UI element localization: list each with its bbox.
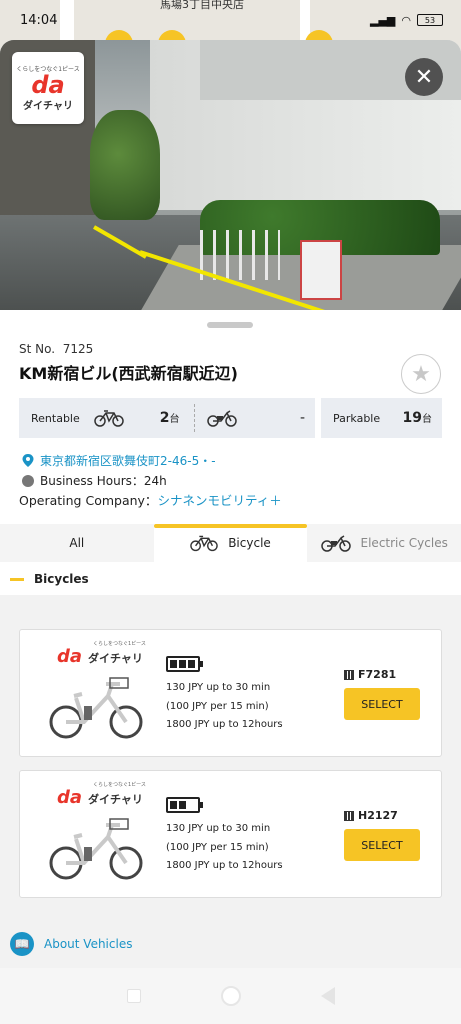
bicycle-image — [49, 677, 143, 739]
bicycle-count: 2 — [159, 410, 170, 426]
operating-company-row: Operating Company： シナネンモビリティ＋ — [19, 490, 282, 509]
electric-cycle-icon — [320, 535, 351, 552]
tab-electric-cycles[interactable]: Electric Cycles — [307, 524, 461, 562]
home-button[interactable] — [220, 986, 241, 1006]
close-button[interactable]: ✕ — [405, 58, 443, 96]
availability-counts: Rentable 2台 - Parkable 19台 — [19, 398, 442, 438]
star-icon: ★ — [411, 361, 431, 387]
back-button[interactable] — [320, 987, 335, 1005]
vehicle-tabs: All Bicycle Electric Cycles — [0, 524, 461, 562]
logo-text: ダイチャリ — [23, 101, 73, 112]
rentable-label: Rentable — [31, 411, 80, 425]
bicycle-image — [49, 818, 143, 880]
station-sheet: くらしをつなぐ1ピース da ダイチャリ ✕ St No. 7125 KM新宿ビ… — [0, 40, 461, 1024]
price-line: 130 JPY up to 30 min — [166, 823, 271, 834]
address-row[interactable]: 東京都新宿区歌舞伎町2-46-5・- — [22, 452, 216, 469]
bike-list: くらしをつなぐ1ピース da ダイチャリ 130 JPY up to 30 mi… — [0, 595, 461, 970]
bike-card: くらしをつなぐ1ピース da ダイチャリ 130 JPY up to 30 mi… — [19, 770, 442, 898]
close-icon: ✕ — [414, 64, 434, 90]
bicycle-icon — [190, 535, 218, 552]
price-line: 1800 JPY up to 12hours — [166, 860, 283, 871]
about-vehicles-link[interactable]: 📖 About Vehicles — [10, 932, 132, 956]
location-pin-icon — [22, 453, 34, 467]
brand-logo: くらしをつなぐ1ピース da ダイチャリ — [12, 52, 84, 124]
station-photo: くらしをつなぐ1ピース da ダイチャリ ✕ — [0, 40, 461, 310]
signal-icon: ▂▄▆ — [370, 13, 396, 27]
status-bar: 14:04 ▂▄▆ ◠ 53 — [0, 0, 461, 40]
logo-mark: da — [31, 71, 65, 99]
bike-id: H2127 — [344, 809, 398, 822]
wifi-icon: ◠ — [401, 13, 411, 27]
bike-id: F7281 — [344, 668, 396, 681]
drag-handle[interactable] — [207, 322, 253, 328]
favorite-button[interactable]: ★ — [401, 354, 441, 394]
parkable-box: Parkable 19台 — [321, 398, 442, 438]
electric-cycle-icon — [206, 410, 237, 427]
operating-company-link[interactable]: シナネンモビリティ＋ — [157, 490, 281, 509]
battery-level-icon — [166, 656, 203, 672]
station-number: St No. 7125 — [19, 342, 94, 356]
select-button[interactable]: SELECT — [344, 688, 420, 720]
battery-icon: 53 — [417, 14, 443, 26]
parkable-count: 19 — [402, 410, 422, 426]
battery-level-icon — [166, 797, 203, 813]
station-name: KM新宿ビル(西武新宿駅近辺) — [19, 364, 238, 383]
book-icon: 📖 — [10, 932, 34, 956]
qr-code-icon — [344, 669, 354, 680]
card-brand-logo: くらしをつなぐ1ピース da ダイチャリ — [57, 782, 146, 808]
recent-apps-button[interactable] — [126, 989, 141, 1003]
electric-count: - — [299, 410, 305, 426]
rentable-box: Rentable 2台 - — [19, 398, 315, 438]
parkable-label: Parkable — [333, 411, 381, 425]
status-time: 14:04 — [20, 12, 58, 28]
section-title: Bicycles — [10, 572, 89, 586]
price-line: 130 JPY up to 30 min — [166, 682, 271, 693]
business-hours-row: Business Hours：24h — [22, 472, 167, 489]
tab-bicycle[interactable]: Bicycle — [153, 524, 308, 562]
clock-icon — [22, 474, 34, 487]
bike-card: くらしをつなぐ1ピース da ダイチャリ 130 JPY up to 30 mi… — [19, 629, 442, 757]
bicycle-icon — [94, 410, 124, 427]
system-nav-bar — [0, 968, 461, 1024]
price-line: 1800 JPY up to 12hours — [166, 719, 283, 730]
select-button[interactable]: SELECT — [344, 829, 420, 861]
operating-company-label: Operating Company： — [19, 493, 158, 508]
business-hours: Business Hours：24h — [40, 474, 167, 488]
tab-all[interactable]: All — [0, 524, 154, 562]
address-link[interactable]: 東京都新宿区歌舞伎町2-46-5・- — [40, 452, 216, 469]
price-line: (100 JPY per 15 min) — [166, 842, 269, 853]
qr-code-icon — [344, 810, 354, 821]
card-brand-logo: くらしをつなぐ1ピース da ダイチャリ — [57, 641, 146, 667]
price-line: (100 JPY per 15 min) — [166, 701, 269, 712]
